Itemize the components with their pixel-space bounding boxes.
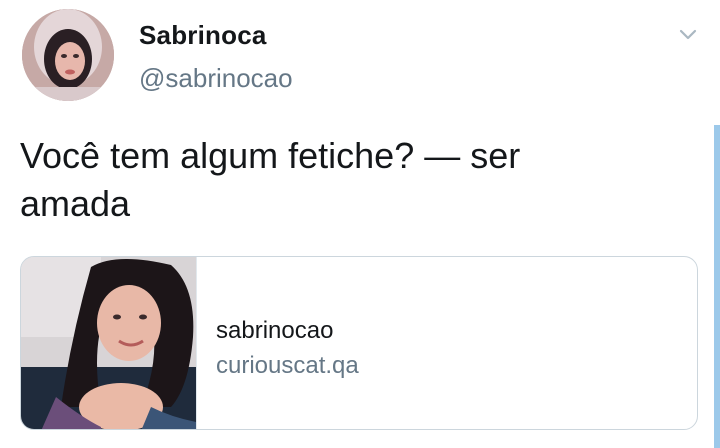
card-thumbnail-image <box>21 257 196 429</box>
card-domain: curiouscat.qa <box>216 352 359 379</box>
chevron-down-icon[interactable] <box>676 22 700 46</box>
card-title: sabrinocao <box>216 317 334 344</box>
author-handle[interactable]: @sabrinocao <box>139 63 293 94</box>
author-display-name[interactable]: Sabrinoca <box>139 20 267 51</box>
scroll-indicator <box>714 125 720 448</box>
card-thumbnail <box>21 257 197 429</box>
tweet-page: Sabrinoca @sabrinocao Você tem algum fet… <box>0 0 720 448</box>
avatar-image <box>22 9 114 101</box>
link-card[interactable]: sabrinocao curiouscat.qa <box>20 256 698 430</box>
avatar[interactable] <box>22 9 114 101</box>
tweet-text: Você tem algum fetiche? — ser amada <box>20 135 521 224</box>
